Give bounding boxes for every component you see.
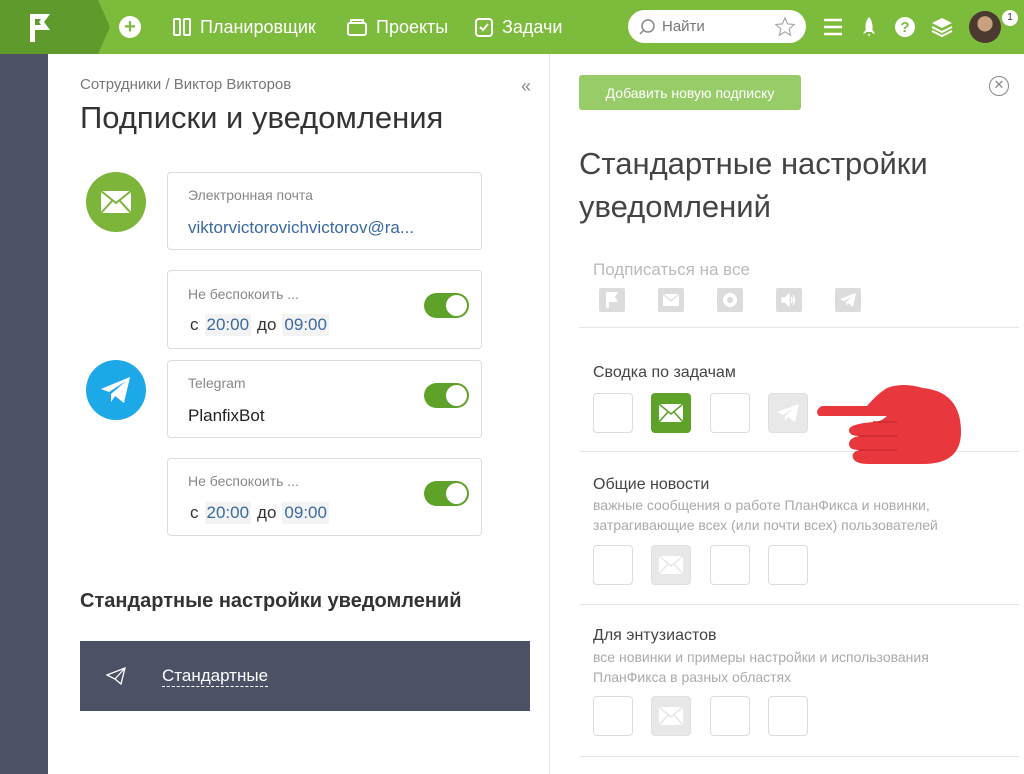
- dnd-to-time[interactable]: 09:00: [282, 314, 329, 336]
- side-strip: [0, 54, 48, 774]
- dnd-time-row: с 20:00 до 09:00: [188, 502, 333, 524]
- group2-planfix-checkbox[interactable]: [593, 545, 633, 585]
- dnd-label: Не беспокоить ...: [188, 286, 299, 302]
- rocket-icon[interactable]: [860, 16, 878, 38]
- telegram-card[interactable]: Telegram PlanfixBot: [167, 360, 482, 438]
- add-subscription-button[interactable]: Добавить новую подписку: [579, 75, 801, 110]
- envelope-icon: [659, 556, 683, 574]
- standard-label: Стандартные: [162, 665, 269, 687]
- group1-planfix-checkbox[interactable]: [593, 393, 633, 433]
- projects-icon: [347, 19, 367, 36]
- group3-browser-checkbox[interactable]: [710, 696, 750, 736]
- envelope-icon: [100, 190, 132, 214]
- nav-planner[interactable]: Планировщик: [172, 0, 316, 54]
- dnd-telegram-toggle[interactable]: [424, 481, 469, 506]
- planfix-channel-icon[interactable]: [599, 288, 625, 312]
- email-value: viktorvictorovichvictorov@ra...: [188, 218, 415, 237]
- logo[interactable]: [0, 0, 98, 54]
- planner-icon: [173, 18, 191, 36]
- browser-channel-icon[interactable]: [717, 288, 743, 312]
- telegram-channel-icon[interactable]: [835, 288, 861, 312]
- group3-email-checkbox: [651, 696, 691, 736]
- breadcrumb[interactable]: Сотрудники / Виктор Викторов: [80, 76, 291, 93]
- page-title: Подписки и уведомления: [80, 100, 444, 135]
- search-box[interactable]: [628, 10, 806, 43]
- email-label: Электронная почта: [188, 187, 313, 203]
- email-channel-icon[interactable]: [658, 288, 684, 312]
- divider: [579, 604, 1019, 605]
- layers-icon[interactable]: [931, 16, 953, 38]
- dnd-time-row: с 20:00 до 09:00: [188, 314, 333, 336]
- collapse-button[interactable]: «: [521, 76, 531, 97]
- from-label: с: [190, 315, 199, 334]
- tasks-icon: [475, 18, 493, 37]
- add-button[interactable]: +: [119, 16, 141, 38]
- flag-logo-icon: [30, 14, 50, 42]
- telegram-circle: [86, 360, 146, 420]
- dnd-from-time[interactable]: 20:00: [204, 314, 252, 336]
- close-icon[interactable]: ✕: [989, 76, 1009, 96]
- notification-badge[interactable]: 1: [1002, 10, 1018, 26]
- group-description: все новинки и примеры настройки и исполь…: [593, 649, 929, 685]
- dnd-to-time[interactable]: 09:00: [282, 502, 329, 524]
- nav-planner-label: Планировщик: [200, 16, 316, 37]
- group1-email-checkbox[interactable]: [651, 393, 691, 433]
- search-input[interactable]: [662, 18, 772, 35]
- group-title: Сводка по задачам: [593, 364, 736, 381]
- to-label: до: [257, 503, 277, 522]
- nav-tasks[interactable]: Задачи: [474, 0, 562, 54]
- subscribe-all-label[interactable]: Подписаться на все: [593, 260, 750, 280]
- divider: [579, 327, 1019, 328]
- nav-projects-label: Проекты: [376, 16, 449, 37]
- dnd-email-card: Не беспокоить ... с 20:00 до 09:00: [167, 270, 482, 349]
- pointing-hand-icon: [817, 385, 961, 464]
- sound-channel-icon[interactable]: [776, 288, 802, 312]
- send-icon: [106, 667, 126, 685]
- divider: [579, 756, 1019, 757]
- email-circle: [86, 172, 146, 232]
- help-icon[interactable]: ?: [894, 16, 916, 38]
- from-label: с: [190, 503, 199, 522]
- to-label: до: [257, 315, 277, 334]
- group3-telegram-checkbox[interactable]: [768, 696, 808, 736]
- telegram-value: PlanfixBot: [188, 406, 265, 425]
- group3-planfix-checkbox[interactable]: [593, 696, 633, 736]
- svg-text:?: ?: [900, 19, 909, 36]
- top-bar: + Планировщик Проекты Задачи ? 1: [0, 0, 1024, 54]
- group1-telegram-checkbox: [768, 393, 808, 433]
- section-title: Стандартные настройки уведомлений: [80, 590, 462, 612]
- search-icon: [639, 18, 655, 35]
- dnd-label: Не беспокоить ...: [188, 473, 299, 489]
- email-card[interactable]: Электронная почта viktorvictorovichvicto…: [167, 172, 482, 250]
- telegram-icon: [777, 404, 799, 422]
- group2-telegram-checkbox[interactable]: [768, 545, 808, 585]
- group-description: важные сообщения о работе ПланФикса и но…: [593, 497, 938, 533]
- dnd-email-toggle[interactable]: [424, 293, 469, 318]
- settings-title: Стандартные настройки уведомлений: [579, 146, 928, 224]
- dnd-from-time[interactable]: 20:00: [204, 502, 252, 524]
- telegram-icon: [101, 377, 130, 403]
- group2-email-checkbox: [651, 545, 691, 585]
- group1-browser-checkbox[interactable]: [710, 393, 750, 433]
- telegram-toggle[interactable]: [424, 383, 469, 408]
- standard-subscription-item[interactable]: Стандартные: [80, 641, 530, 711]
- group2-browser-checkbox[interactable]: [710, 545, 750, 585]
- star-icon[interactable]: [774, 16, 796, 38]
- envelope-icon: [659, 707, 683, 725]
- dnd-telegram-card: Не беспокоить ... с 20:00 до 09:00: [167, 458, 482, 536]
- nav-tasks-label: Задачи: [502, 16, 563, 37]
- telegram-label: Telegram: [188, 375, 246, 391]
- group-title: Общие новости: [593, 476, 710, 493]
- user-avatar[interactable]: [969, 11, 1001, 43]
- nav-projects[interactable]: Проекты: [346, 0, 448, 54]
- group-title: Для энтузиастов: [593, 627, 717, 644]
- menu-icon[interactable]: [822, 16, 844, 38]
- envelope-icon: [659, 404, 683, 422]
- logo-arrow: [98, 0, 110, 54]
- subscriptions-panel: Сотрудники / Виктор Викторов « Подписки …: [48, 54, 550, 774]
